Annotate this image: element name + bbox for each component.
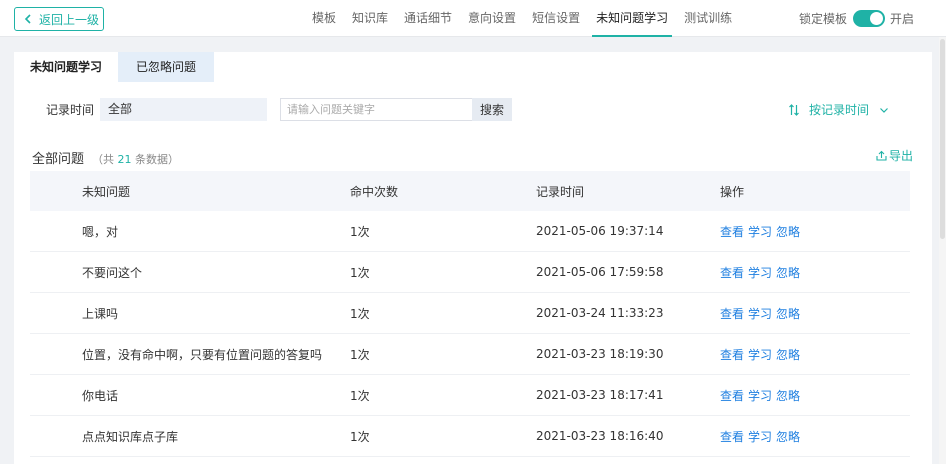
search-button[interactable]: 搜索: [472, 98, 512, 121]
count-prefix: （共: [92, 153, 115, 166]
sort-icon: [789, 103, 799, 116]
tab-ignored-questions[interactable]: 已忽略问题: [118, 52, 215, 82]
question-cell: 嗯，对: [82, 224, 119, 239]
lock-template-label: 锁定模板: [798, 12, 847, 26]
toggle-state-label: 开启: [889, 12, 914, 26]
actions-cell: 查看 学习 忽略: [720, 305, 910, 322]
ignore-link[interactable]: 忽略: [776, 348, 800, 362]
export-icon: [876, 150, 887, 161]
question-cell: 位置，没有命中啊，只要有位置问题的答复吗: [82, 347, 323, 362]
learn-link[interactable]: 学习: [748, 225, 772, 239]
learn-link[interactable]: 学习: [748, 430, 772, 444]
lock-template-toggle[interactable]: [852, 10, 885, 27]
actions-cell: 查看 学习 忽略: [720, 387, 910, 404]
count-number: 21: [117, 153, 132, 166]
hits-cell: 1次: [350, 347, 370, 362]
view-link[interactable]: 查看: [720, 348, 744, 362]
hits-cell: 1次: [350, 224, 370, 239]
nav-item-knowledge-base[interactable]: 知识库: [352, 0, 388, 37]
time-cell: 2021-05-06 17:59:58: [536, 265, 664, 279]
question-cell: 不要问这个: [82, 265, 143, 280]
time-cell: 2021-03-23 18:17:41: [536, 388, 664, 402]
actions-cell: 查看 学习 忽略: [720, 223, 910, 240]
question-cell: 上课吗: [82, 306, 119, 321]
back-button[interactable]: 返回上一级: [14, 7, 104, 31]
view-link[interactable]: 查看: [720, 430, 744, 444]
table-row: 位置，没有命中啊，只要有位置问题的答复吗 1次 2021-03-23 18:19…: [30, 334, 910, 375]
question-cell: 点点知识库点子库: [82, 429, 179, 444]
export-label: 导出: [889, 149, 914, 163]
header-question: 未知问题: [82, 184, 131, 199]
learn-link[interactable]: 学习: [748, 348, 772, 362]
tab-unknown-questions[interactable]: 未知问题学习: [14, 52, 119, 82]
list-title-text: 全部问题: [32, 152, 85, 167]
nav-item-sms-settings[interactable]: 短信设置: [532, 0, 580, 37]
template-nav: 模板 知识库 通话细节 意向设置 短信设置 未知问题学习 测试训练: [312, 0, 748, 37]
actions-cell: 查看 学习 忽略: [720, 264, 910, 281]
sort-label: 按记录时间: [809, 103, 870, 117]
hits-cell: 1次: [350, 306, 370, 321]
view-link[interactable]: 查看: [720, 225, 744, 239]
table-row: 你电话 1次 2021-03-23 18:17:41 查看 学习 忽略: [30, 375, 910, 416]
main-panel: 未知问题学习 已忽略问题 记录时间 全部 搜索 按记录时间 全部问题（共 21 …: [14, 52, 932, 464]
table-row: 嗯，对 1次 2021-05-06 19:37:14 查看 学习 忽略: [30, 211, 910, 252]
count-suffix: 条数据）: [135, 153, 180, 166]
time-range-select[interactable]: 全部: [100, 98, 268, 121]
scrollbar-thumb[interactable]: [940, 39, 945, 239]
ignore-link[interactable]: 忽略: [776, 430, 800, 444]
header-time: 记录时间: [536, 184, 585, 199]
time-filter: 记录时间 全部: [46, 98, 268, 121]
nav-item-test-training[interactable]: 测试训练: [684, 0, 732, 37]
record-count: （共 21 条数据）: [92, 153, 179, 166]
ignore-link[interactable]: 忽略: [776, 307, 800, 321]
table-header: 未知问题 命中次数 记录时间 操作: [30, 171, 910, 211]
ignore-link[interactable]: 忽略: [776, 266, 800, 280]
learn-link[interactable]: 学习: [748, 389, 772, 403]
page-scrollbar[interactable]: [939, 37, 946, 464]
question-cell: 你电话: [82, 388, 119, 403]
time-cell: 2021-05-06 19:37:14: [536, 224, 664, 238]
time-cell: 2021-03-23 18:19:30: [536, 347, 664, 361]
hits-cell: 1次: [350, 265, 370, 280]
time-filter-label: 记录时间: [46, 103, 95, 117]
tab-bar: 未知问题学习 已忽略问题: [14, 52, 215, 82]
search-input[interactable]: [280, 98, 472, 121]
chevron-down-icon: [880, 107, 888, 113]
top-bar: 返回上一级 模板 知识库 通话细节 意向设置 短信设置 未知问题学习 测试训练 …: [0, 0, 946, 37]
header-actions: 操作: [720, 184, 745, 199]
nav-item-unknown-questions[interactable]: 未知问题学习: [592, 0, 673, 37]
lock-template: 锁定模板 开启: [799, 0, 914, 37]
hits-cell: 1次: [350, 429, 370, 444]
toggle-knob: [869, 12, 883, 25]
actions-cell: 查看 学习 忽略: [720, 346, 910, 363]
table-row: 上课吗 1次 2021-03-24 11:33:23 查看 学习 忽略: [30, 293, 910, 334]
table-row: 点点知识库点子库 1次 2021-03-23 18:16:40 查看 学习 忽略: [30, 416, 910, 457]
view-link[interactable]: 查看: [720, 307, 744, 321]
time-cell: 2021-03-24 11:33:23: [536, 306, 664, 320]
view-link[interactable]: 查看: [720, 389, 744, 403]
questions-table: 未知问题 命中次数 记录时间 操作 嗯，对 1次 2021-05-06 19:3…: [30, 171, 910, 457]
header-hits: 命中次数: [350, 184, 399, 199]
export-button[interactable]: 导出: [876, 147, 913, 164]
nav-item-call-details[interactable]: 通话细节: [404, 0, 452, 37]
view-link[interactable]: 查看: [720, 266, 744, 280]
nav-item-template[interactable]: 模板: [312, 0, 336, 37]
back-button-label: 返回上一级: [39, 12, 100, 27]
learn-link[interactable]: 学习: [748, 266, 772, 280]
hits-cell: 1次: [350, 388, 370, 403]
table-row: 不要问这个 1次 2021-05-06 17:59:58 查看 学习 忽略: [30, 252, 910, 293]
learn-link[interactable]: 学习: [748, 307, 772, 321]
list-title: 全部问题 （共 21 条数据）: [32, 148, 179, 167]
ignore-link[interactable]: 忽略: [776, 389, 800, 403]
nav-item-intent-settings[interactable]: 意向设置: [468, 0, 516, 37]
time-cell: 2021-03-23 18:16:40: [536, 429, 664, 443]
chevron-left-icon: [24, 14, 31, 24]
ignore-link[interactable]: 忽略: [776, 225, 800, 239]
sort-dropdown[interactable]: 按记录时间: [789, 98, 889, 121]
actions-cell: 查看 学习 忽略: [720, 428, 910, 445]
